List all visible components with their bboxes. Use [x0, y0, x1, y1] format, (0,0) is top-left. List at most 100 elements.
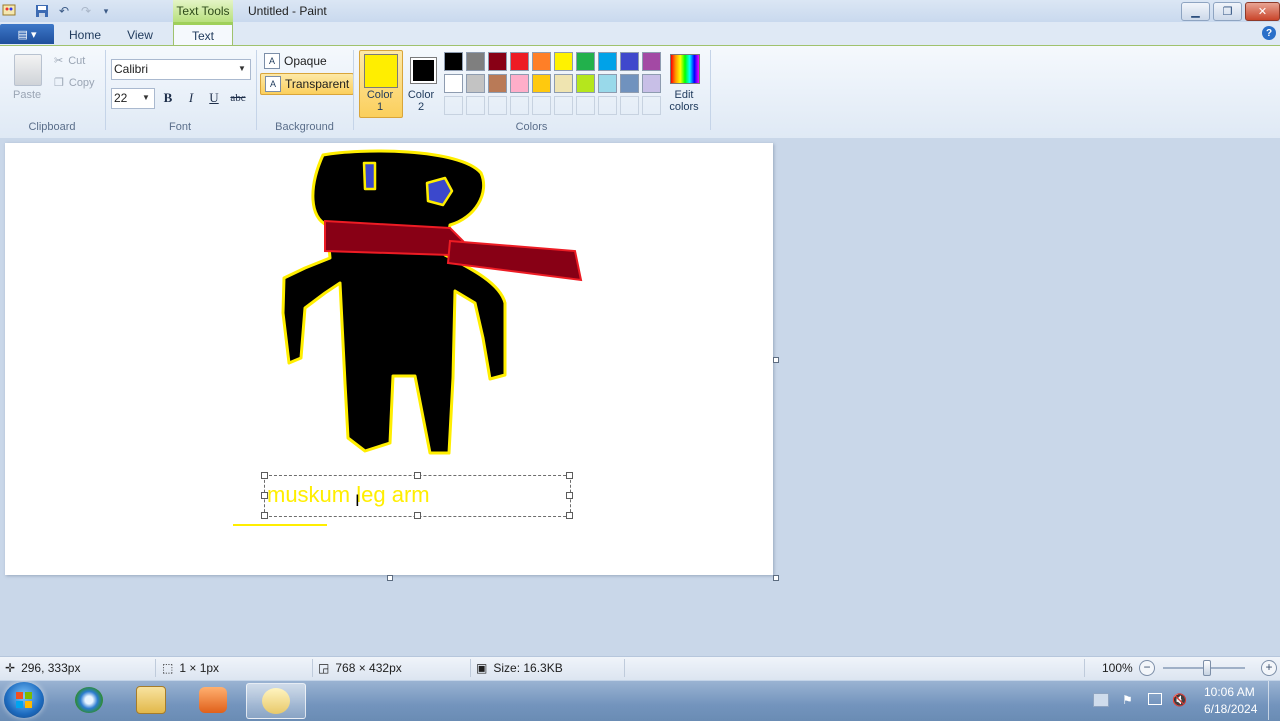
color2-label-line1: Color [407, 89, 435, 101]
palette-swatch[interactable] [576, 52, 595, 71]
opaque-label: Opaque [284, 54, 327, 68]
selection-size-value: 1 × 1px [179, 661, 220, 675]
palette-swatch[interactable] [576, 74, 595, 93]
palette-swatch[interactable] [510, 74, 529, 93]
palette-custom-slot[interactable] [620, 96, 639, 115]
show-desktop-button[interactable] [1268, 681, 1280, 720]
zoom-slider-thumb[interactable] [1203, 660, 1211, 676]
file-size: ▣ Size: 16.3KB [476, 661, 563, 675]
color1-label: Color 1 [359, 89, 401, 113]
paste-label[interactable]: Paste [13, 89, 41, 101]
palette-swatch[interactable] [444, 52, 463, 71]
file-size-value: Size: 16.3KB [493, 661, 563, 675]
color1-label-line1: Color [366, 89, 394, 101]
palette-custom-slot[interactable] [488, 96, 507, 115]
edit-colors-icon[interactable] [670, 54, 700, 84]
transparent-button[interactable]: A Transparent [260, 73, 355, 95]
window-title: Untitled - Paint [248, 4, 327, 18]
customize-qat-icon[interactable]: ▾ [98, 3, 114, 19]
underline-button[interactable]: U [204, 88, 224, 108]
palette-custom-slot[interactable] [444, 96, 463, 115]
canvas-resize-handle-bottom[interactable] [387, 575, 393, 581]
status-divider [624, 659, 625, 677]
palette-custom-slot[interactable] [532, 96, 551, 115]
zoom-out-button[interactable]: − [1139, 660, 1155, 676]
palette-swatch[interactable] [642, 52, 661, 71]
strikethrough-button[interactable]: abc [228, 88, 248, 108]
action-center-flag-icon[interactable]: ⚑ [1122, 693, 1136, 707]
undo-icon[interactable]: ↶ [56, 3, 72, 19]
maximize-button[interactable]: ❐ [1213, 2, 1242, 21]
clock-time[interactable]: 10:06 AM [1204, 685, 1255, 699]
canvas-resize-handle-right[interactable] [773, 357, 779, 363]
keyboard-icon[interactable] [1093, 693, 1109, 707]
palette-swatch[interactable] [642, 74, 661, 93]
palette-swatch[interactable] [532, 74, 551, 93]
palette-swatch[interactable] [466, 74, 485, 93]
italic-button[interactable]: I [181, 88, 201, 108]
text-box-handle[interactable] [566, 492, 573, 499]
taskbar-file-explorer[interactable] [122, 683, 180, 717]
taskbar-media-player[interactable] [184, 683, 242, 717]
palette-swatch[interactable] [598, 74, 617, 93]
chevron-down-icon[interactable]: ▼ [142, 93, 150, 102]
clock-date[interactable]: 6/18/2024 [1204, 702, 1257, 716]
group-divider [105, 50, 106, 130]
group-divider [256, 50, 257, 130]
palette-swatch[interactable] [466, 52, 485, 71]
text-box-handle[interactable] [414, 512, 421, 519]
cut-button[interactable]: ✂ Cut [54, 54, 85, 68]
paint-menu-button[interactable]: ▤ ▾ [0, 24, 54, 44]
palette-swatch[interactable] [532, 52, 551, 71]
palette-swatch[interactable] [554, 52, 573, 71]
tab-view[interactable]: View [118, 24, 162, 45]
text-box-handle[interactable] [566, 472, 573, 479]
palette-swatch[interactable] [554, 74, 573, 93]
palette-swatch[interactable] [598, 52, 617, 71]
palette-swatch[interactable] [444, 74, 463, 93]
volume-muted-icon[interactable]: 🔇 [1172, 693, 1187, 707]
palette-custom-slot[interactable] [510, 96, 529, 115]
text-box-handle[interactable] [566, 512, 573, 519]
palette-swatch[interactable] [510, 52, 529, 71]
tab-home[interactable]: Home [62, 24, 108, 45]
edit-colors-button[interactable]: Edit colors [662, 89, 706, 113]
palette-swatch[interactable] [488, 52, 507, 71]
close-button[interactable]: ✕ [1245, 2, 1280, 21]
canvas-resize-handle-corner[interactable] [773, 575, 779, 581]
background-group-label: Background [275, 121, 334, 133]
text-box-handle[interactable] [261, 472, 268, 479]
text-box-handle[interactable] [261, 512, 268, 519]
palette-custom-slot[interactable] [466, 96, 485, 115]
palette-swatch[interactable] [488, 74, 507, 93]
help-icon[interactable]: ? [1262, 26, 1276, 40]
copy-button[interactable]: ❐ Copy [54, 76, 95, 90]
paste-icon[interactable] [14, 54, 42, 86]
text-box-handle[interactable] [414, 472, 421, 479]
palette-swatch[interactable] [620, 74, 639, 93]
palette-swatch[interactable] [620, 52, 639, 71]
color1-label-line2: 1 [376, 101, 384, 113]
chevron-down-icon[interactable]: ▼ [238, 64, 246, 73]
palette-custom-slot[interactable] [554, 96, 573, 115]
palette-custom-slot[interactable] [598, 96, 617, 115]
paint-app-icon[interactable] [2, 3, 16, 17]
tab-text[interactable]: Text [173, 22, 233, 47]
zoom-in-button[interactable]: + [1261, 660, 1277, 676]
start-button[interactable] [4, 682, 44, 718]
taskbar-paint[interactable] [246, 683, 306, 719]
minimize-button[interactable]: ▁ [1181, 2, 1210, 21]
color2-button[interactable] [410, 57, 437, 84]
group-divider [710, 50, 711, 130]
opaque-button[interactable]: A Opaque [260, 51, 331, 71]
taskbar-browser[interactable] [60, 683, 118, 717]
network-icon[interactable] [1148, 693, 1162, 705]
palette-custom-slot[interactable] [576, 96, 595, 115]
crosshair-icon: ✛ [5, 661, 16, 675]
disk-icon: ▣ [476, 661, 488, 675]
canvas-text-content[interactable]: muskum leg arm [267, 482, 430, 508]
redo-icon[interactable]: ↷ [78, 3, 94, 19]
bold-button[interactable]: B [158, 88, 178, 108]
save-icon[interactable] [34, 3, 50, 19]
palette-custom-slot[interactable] [642, 96, 661, 115]
